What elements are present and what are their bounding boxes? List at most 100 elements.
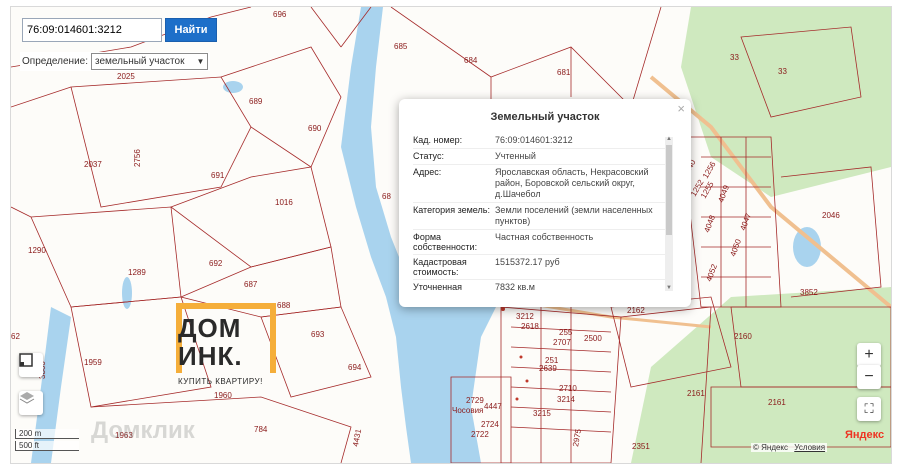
info-row-area: Уточненная площадь: 7832 кв.м [413,280,665,293]
svg-text:2722: 2722 [471,430,489,439]
svg-text:2724: 2724 [481,420,499,429]
svg-text:1016: 1016 [275,198,293,207]
svg-text:3852: 3852 [800,288,818,297]
scale-metric: 200 m [15,429,79,439]
svg-text:2729: 2729 [466,396,484,405]
svg-text:2161: 2161 [768,398,786,407]
info-value: Частная собственность [495,232,594,242]
svg-text:2160: 2160 [734,332,752,341]
definition-selector: Определение: земельный участок ▼ [20,52,211,71]
svg-text:Чосовия: Чосовия [452,406,483,415]
chevron-down-icon: ▼ [196,57,205,66]
svg-text:4047: 4047 [738,211,753,231]
info-label: Форма собственности: [413,232,478,252]
svg-text:4050: 4050 [728,237,743,257]
info-label: Категория земель: [413,205,490,215]
info-value: Земли поселений (земли населенных пункто… [495,205,653,226]
yandex-logo[interactable]: Яндекс [845,429,884,441]
info-label: Уточненная площадь: [413,282,463,293]
popup-scrollbar[interactable]: ▲ ▼ [665,136,673,291]
layers-button[interactable] [19,391,43,415]
info-value: Учтенный [495,151,536,161]
definition-dropdown[interactable]: земельный участок ▼ [91,53,209,70]
page: 696 685 684 681 33 33 689 690 2037 2756 … [0,0,900,468]
svg-text:1290: 1290 [28,246,46,255]
svg-text:687: 687 [244,280,258,289]
definition-selected: земельный участок [95,56,185,67]
pond-1 [223,81,243,93]
svg-text:1289: 1289 [128,268,146,277]
svg-text:251: 251 [545,356,559,365]
svg-text:2046: 2046 [822,211,840,220]
svg-text:2756: 2756 [133,149,142,167]
logo-tagline: КУПИТЬ КВАРТИРУ! [178,377,263,386]
scroll-down-icon[interactable]: ▼ [665,285,673,291]
cadastral-number-input[interactable] [22,18,162,42]
close-icon[interactable]: × [677,101,685,116]
info-value: 7832 кв.м [495,282,535,292]
cadastral-search: Найти [22,18,217,42]
pond-2 [122,277,132,309]
domink-logo: ДОМ ИНК. КУПИТЬ КВАРТИРУ! [176,303,276,391]
terms-link[interactable]: Условия [794,443,825,452]
svg-text:3215: 3215 [533,409,551,418]
svg-text:4447: 4447 [484,402,502,411]
find-button[interactable]: Найти [165,18,217,42]
info-label: Адрес: [413,167,442,177]
svg-text:2351: 2351 [632,442,650,451]
zoom-out-button[interactable]: − [857,365,881,389]
svg-text:2161: 2161 [687,389,705,398]
scale-imperial: 500 ft [15,441,79,451]
logo-text-line2: ИНК. [178,341,243,371]
layers-icon [19,392,35,404]
svg-text:33: 33 [778,67,787,76]
svg-text:62: 62 [11,332,20,341]
svg-text:688: 688 [277,301,291,310]
svg-text:4049: 4049 [716,183,731,203]
svg-text:696: 696 [273,10,287,19]
domclick-watermark: Домклик [91,417,195,444]
scroll-up-icon[interactable]: ▲ [665,136,673,142]
info-value: 1515372.17 руб [495,257,560,267]
info-label: Статус: [413,151,444,161]
svg-text:2500: 2500 [584,334,602,343]
info-label: Кад. номер: [413,135,463,145]
svg-text:68: 68 [382,192,391,201]
svg-text:4052: 4052 [704,262,719,282]
svg-text:255: 255 [559,328,573,337]
info-row-status: Статус: Учтенный [413,149,665,165]
info-row-cadastral-value: Кадастровая стоимость: 1515372.17 руб [413,255,665,280]
info-label: Кадастровая стоимость: [413,257,467,277]
info-row-land-category: Категория земель: Земли поселений (земли… [413,203,665,230]
map-attribution: © Яндекс Условия [751,443,828,452]
fullscreen-icon: ⛶ [864,401,874,416]
svg-text:2707: 2707 [553,338,571,347]
ruler-tool-button[interactable] [19,353,43,377]
svg-text:2162: 2162 [627,306,645,315]
svg-text:2710: 2710 [559,384,577,393]
svg-text:4431: 4431 [351,428,363,448]
svg-text:690: 690 [308,124,322,133]
svg-text:1256: 1256 [701,160,718,180]
fullscreen-button[interactable]: ⛶ [857,397,881,421]
ruler-icon [19,353,33,367]
definition-label: Определение: [22,56,89,67]
svg-text:691: 691 [211,171,225,180]
parcel-info-table[interactable]: Кад. номер: 76:09:014601:3212 Статус: Уч… [413,133,665,293]
svg-text:1959: 1959 [84,358,102,367]
map-canvas[interactable]: 696 685 684 681 33 33 689 690 2037 2756 … [10,6,892,464]
svg-text:4048: 4048 [702,213,717,233]
parcel-info-popup: Земельный участок × Кад. номер: 76:09:01… [399,99,691,307]
svg-text:2618: 2618 [521,322,539,331]
info-value: Ярославская область, Некрасовский район,… [495,167,649,199]
zoom-in-button[interactable]: + [857,343,881,367]
svg-text:681: 681 [557,68,571,77]
svg-text:684: 684 [464,56,478,65]
svg-text:3214: 3214 [557,395,575,404]
info-row-cadastral-number: Кад. номер: 76:09:014601:3212 [413,133,665,149]
svg-text:33: 33 [730,53,739,62]
svg-text:2639: 2639 [539,364,557,373]
scrollbar-thumb[interactable] [666,145,672,235]
popup-title: Земельный участок [490,111,600,123]
svg-text:3212: 3212 [516,312,534,321]
